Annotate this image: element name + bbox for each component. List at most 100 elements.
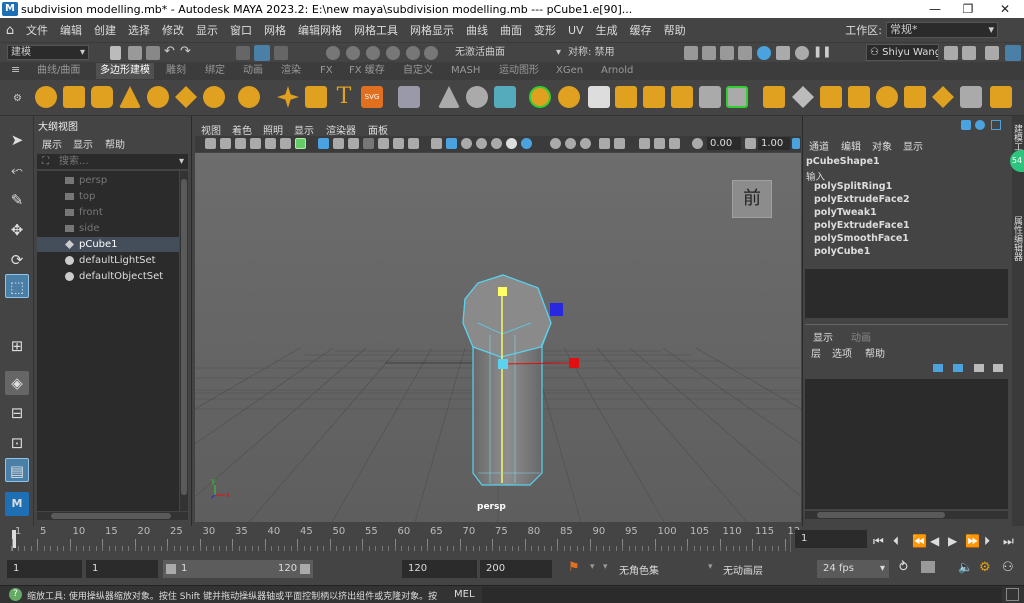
rotate-tool-icon[interactable]: ⟳ <box>5 248 29 272</box>
textured-icon[interactable] <box>476 138 487 149</box>
help-icon[interactable]: ? <box>9 588 22 601</box>
tab-rendering[interactable]: 渲染 <box>281 64 301 78</box>
camera-attributes-icon[interactable] <box>220 138 231 149</box>
move-tool-icon[interactable]: ✥ <box>5 218 29 242</box>
manip-z-handle[interactable] <box>550 303 563 316</box>
script-editor-icon[interactable] <box>1006 588 1019 601</box>
gamma-icon[interactable] <box>745 138 756 149</box>
viewport-menu-renderer[interactable]: 渲染器 <box>326 122 356 137</box>
animation-prefs-icon[interactable]: ⚙ <box>979 560 991 575</box>
snap-surface-icon[interactable] <box>406 46 420 60</box>
select-hierarchy-icon[interactable] <box>236 46 250 60</box>
isolate-select-icon[interactable] <box>295 138 306 149</box>
svg-icon[interactable]: SVG <box>361 86 383 108</box>
xray-icon[interactable] <box>614 138 625 149</box>
play-forwards-icon[interactable]: ▶ <box>948 534 957 548</box>
move-layer-up-icon[interactable] <box>933 364 943 372</box>
exposure-icon[interactable] <box>692 138 703 149</box>
input-node[interactable]: polyTweak1 <box>814 207 877 218</box>
multi-cut-icon[interactable] <box>699 86 721 108</box>
automatic-map-icon[interactable] <box>848 86 870 108</box>
menu-mesh-tools[interactable]: 网格工具 <box>354 22 398 38</box>
list-item[interactable]: defaultLightSet <box>37 253 179 268</box>
layer-menu-layers[interactable]: 层 <box>811 345 821 360</box>
wireframe-icon[interactable] <box>431 138 442 149</box>
poly-cylinder-icon[interactable] <box>91 86 113 108</box>
current-frame-field[interactable]: 1 <box>795 530 867 548</box>
input-node[interactable]: polySplitRing1 <box>814 181 892 192</box>
tab-custom[interactable]: 自定义 <box>403 64 433 78</box>
tab-sculpting[interactable]: 雕刻 <box>166 64 186 78</box>
color-management-icon[interactable] <box>792 138 800 149</box>
start-time-field[interactable]: 1 <box>7 560 82 578</box>
play-backwards-icon[interactable]: ◀ <box>930 534 939 548</box>
poly-plane-icon[interactable] <box>175 86 197 108</box>
menu-select[interactable]: 选择 <box>128 22 150 38</box>
anti-aliasing-icon[interactable] <box>565 138 576 149</box>
range-bar[interactable]: 1 120 <box>163 560 313 578</box>
step-back-key-icon[interactable]: ⏪ <box>912 534 927 548</box>
unfold-icon[interactable] <box>876 86 898 108</box>
menu-surfaces[interactable]: 曲面 <box>500 22 522 38</box>
manip-x-handle[interactable] <box>569 358 579 368</box>
sew-uv-icon[interactable] <box>960 86 982 108</box>
minimize-button[interactable]: — <box>919 0 951 18</box>
mirror-icon[interactable] <box>558 86 580 108</box>
channel-menu-object[interactable]: 对象 <box>872 138 892 153</box>
fps-dropdown[interactable]: 24 fps ▾ <box>817 560 889 578</box>
select-tool-icon[interactable]: ➤ <box>5 128 29 152</box>
tool-settings-toggle-icon[interactable] <box>985 46 999 60</box>
wireframe-on-shaded-icon[interactable] <box>461 138 472 149</box>
chevron-down-icon[interactable]: ▾ <box>603 562 608 572</box>
layer-horizontal-scrollbar[interactable] <box>805 511 1008 519</box>
maximize-button[interactable]: ❐ <box>952 0 984 18</box>
menu-uv[interactable]: UV <box>568 24 584 37</box>
append-polygon-icon[interactable] <box>671 86 693 108</box>
safe-action-icon[interactable] <box>393 138 404 149</box>
snap-grid-icon[interactable] <box>326 46 340 60</box>
tab-curves-surfaces[interactable]: 曲线/曲面 <box>37 64 80 78</box>
tab-poly-modeling[interactable]: 多边形建模 <box>96 63 154 79</box>
hypershade-icon[interactable] <box>757 46 771 60</box>
new-layer-icon[interactable] <box>974 364 984 372</box>
four-view-icon[interactable]: ◈ <box>5 371 29 395</box>
menu-display[interactable]: 显示 <box>196 22 218 38</box>
channel-menu-edit[interactable]: 编辑 <box>841 138 861 153</box>
go-to-start-icon[interactable]: ⏮ <box>873 534 884 549</box>
tab-xgen[interactable]: XGen <box>556 64 583 78</box>
list-item[interactable]: side <box>37 221 179 236</box>
range-end-handle[interactable] <box>300 564 310 574</box>
outliner-menu-display[interactable]: 显示 <box>73 136 93 151</box>
image-plane-icon[interactable] <box>250 138 261 149</box>
channel-menu-channels[interactable]: 通道 <box>809 138 829 153</box>
auto-key-icon[interactable]: ⚑ <box>568 560 580 575</box>
bevel-icon[interactable] <box>643 86 665 108</box>
gate-mask-icon[interactable] <box>363 138 374 149</box>
list-item[interactable]: front <box>37 205 179 220</box>
menu-mesh-display[interactable]: 网格显示 <box>410 22 454 38</box>
manip-y-handle[interactable] <box>498 287 507 296</box>
arnold-render-icon[interactable] <box>776 46 790 60</box>
outliner-menu-show[interactable]: 展示 <box>42 136 62 151</box>
tab-motion-graphics[interactable]: 运动图形 <box>499 64 539 78</box>
poly-gear-icon[interactable] <box>305 86 327 108</box>
cut-uv-icon[interactable] <box>932 86 954 108</box>
grid-icon[interactable] <box>318 138 329 149</box>
viewport-menu-show[interactable]: 显示 <box>294 122 314 137</box>
layer-tab-display[interactable]: 显示 <box>813 329 833 344</box>
uv-editor-icon[interactable] <box>763 86 785 108</box>
workspace-dropdown[interactable]: 常规* ▾ <box>886 22 998 38</box>
film-gate-icon[interactable] <box>333 138 344 149</box>
menu-curves[interactable]: 曲线 <box>466 22 488 38</box>
poly-cone-icon[interactable] <box>119 86 141 108</box>
sweep-mesh-icon[interactable] <box>277 86 299 108</box>
viewport-menu-lighting[interactable]: 照明 <box>263 122 283 137</box>
chevron-down-icon[interactable]: ▾ <box>556 46 561 60</box>
tab-attribute-editor[interactable]: 属性编辑器 <box>1012 216 1024 276</box>
platonic-solid-icon[interactable] <box>238 86 260 108</box>
shape-node[interactable]: pCubeShape1 <box>806 156 880 167</box>
channel-menu-show[interactable]: 显示 <box>903 138 923 153</box>
bookmarks-icon[interactable] <box>235 138 246 149</box>
poly-disc-icon[interactable] <box>203 86 225 108</box>
step-forward-frame-icon[interactable]: ⏵ <box>984 534 990 549</box>
